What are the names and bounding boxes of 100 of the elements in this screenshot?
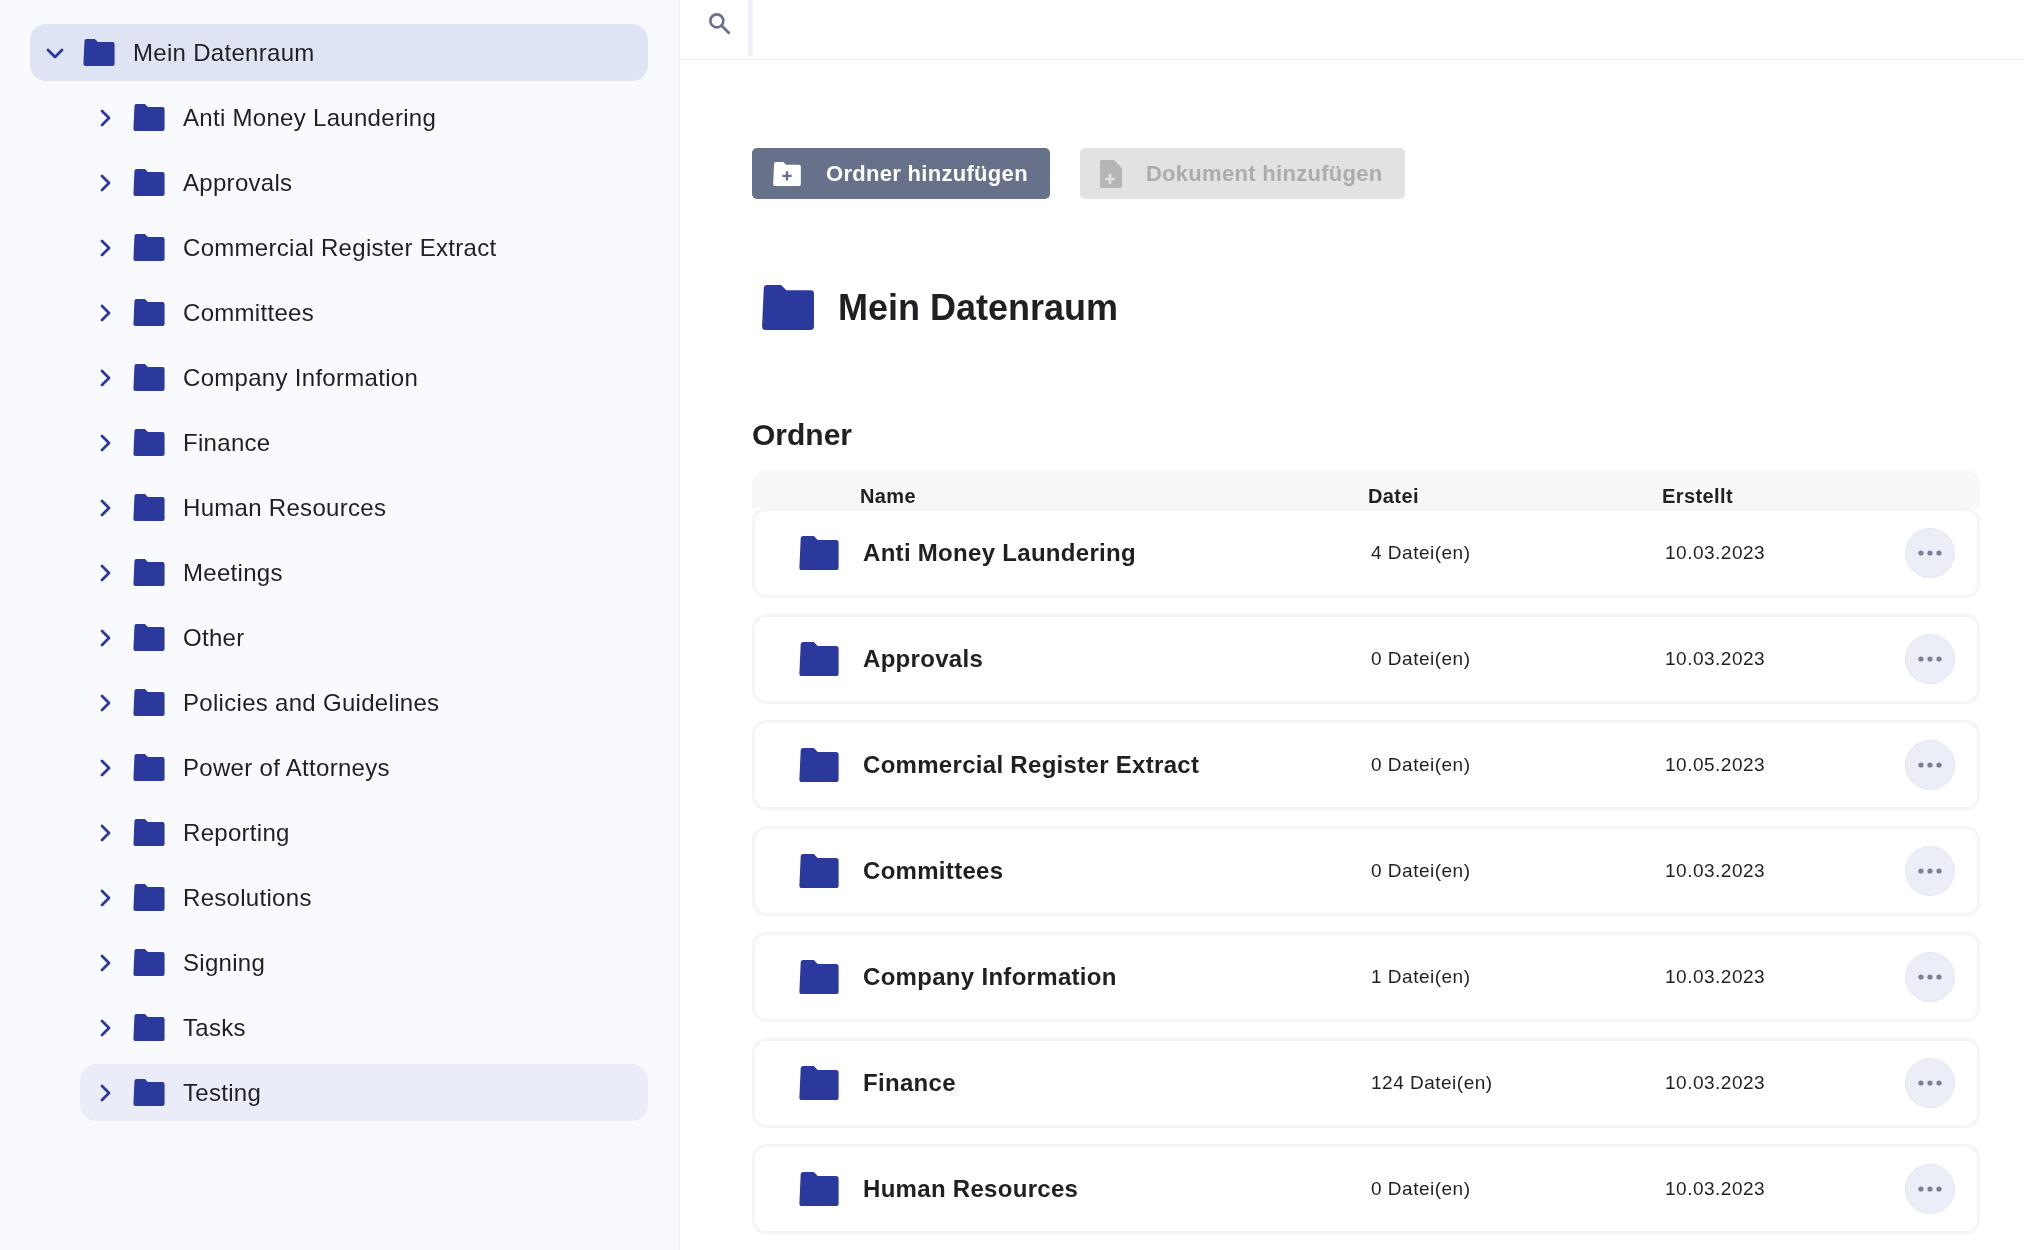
tree-item[interactable]: Finance — [80, 414, 648, 471]
tree-item[interactable]: Company Information — [80, 349, 648, 406]
tree-item[interactable]: Anti Money Laundering — [80, 89, 648, 146]
page-title: Mein Datenraum — [838, 286, 1119, 329]
folder-icon — [132, 299, 166, 326]
more-icon — [1918, 762, 1942, 768]
created-date: 10.03.2023 — [1665, 860, 1767, 882]
tree-label: Finance — [183, 428, 271, 457]
more-icon — [1918, 550, 1942, 556]
created-date: 10.03.2023 — [1665, 542, 1767, 564]
folder-icon — [132, 559, 166, 586]
file-count: 4 Datei(en) — [1371, 542, 1472, 564]
folder-icon — [132, 234, 166, 261]
tree-label: Testing — [183, 1078, 262, 1107]
created-date: 10.05.2023 — [1665, 754, 1767, 776]
folder-icon — [132, 689, 166, 716]
tree-label: Power of Attorneys — [183, 753, 390, 782]
tree-label: Reporting — [183, 818, 290, 847]
folder-icon — [132, 884, 166, 911]
tree-item[interactable]: Resolutions — [80, 869, 648, 926]
folder-icon — [132, 104, 166, 131]
tree-item[interactable]: Approvals — [80, 154, 648, 211]
tree-item[interactable]: Signing — [80, 934, 648, 991]
folder-icon — [132, 754, 166, 781]
folder-icon — [798, 642, 840, 676]
tree-label: Company Information — [183, 363, 419, 392]
more-icon — [1918, 974, 1942, 980]
more-icon — [1918, 1186, 1942, 1192]
column-header: Datei — [1368, 485, 1420, 508]
folder-icon — [798, 854, 840, 888]
folder-icon — [132, 949, 166, 976]
tree-item[interactable]: Human Resources — [80, 479, 648, 536]
folder-icon — [132, 494, 166, 521]
tree-label: Other — [183, 623, 245, 652]
more-icon — [1918, 1080, 1942, 1086]
folder-row[interactable]: Commercial Register Extract 0 Datei(en) 10.05.2023 — [752, 720, 1980, 810]
folder-row[interactable]: Human Resources 0 Datei(en) 10.03.2023 — [752, 1144, 1980, 1234]
folder-icon — [132, 1079, 166, 1106]
folder-row[interactable]: Finance 124 Datei(en) 10.03.2023 — [752, 1038, 1980, 1128]
folder-name: Approvals — [863, 645, 985, 673]
tree-item[interactable]: Commercial Register Extract — [80, 219, 648, 276]
column-header: Erstellt — [1662, 485, 1734, 508]
add-folder-button[interactable]: Ordner hinzufügen — [752, 148, 1050, 199]
tree-item[interactable]: Tasks — [80, 999, 648, 1056]
folder-row[interactable]: Approvals 0 Datei(en) 10.03.2023 — [752, 614, 1980, 704]
folder-name: Finance — [863, 1069, 957, 1097]
folder-name: Company Information — [863, 963, 1118, 991]
folder-plus-icon — [772, 161, 802, 186]
tree-label: Commercial Register Extract — [183, 233, 497, 262]
tree-label: Approvals — [183, 168, 293, 197]
folder-icon — [798, 1066, 840, 1100]
tree-item[interactable]: Reporting — [80, 804, 648, 861]
folder-icon — [132, 1014, 166, 1041]
file-count: 0 Datei(en) — [1371, 860, 1472, 882]
folder-icon — [798, 960, 840, 994]
document-plus-icon — [1099, 159, 1122, 188]
folder-icon — [132, 624, 166, 651]
created-date: 10.03.2023 — [1665, 1178, 1767, 1200]
created-date: 10.03.2023 — [1665, 966, 1767, 988]
folder-name: Anti Money Laundering — [863, 539, 1137, 567]
tree-label: Policies and Guidelines — [183, 688, 440, 717]
tree-label: Tasks — [183, 1013, 246, 1042]
file-count: 0 Datei(en) — [1371, 754, 1472, 776]
tree-item[interactable]: Testing — [80, 1064, 648, 1121]
folder-name: Human Resources — [863, 1175, 1080, 1203]
file-count: 124 Datei(en) — [1371, 1072, 1494, 1094]
column-header: Name — [860, 485, 918, 508]
folder-icon — [798, 1172, 840, 1206]
folder-row[interactable]: Company Information 1 Datei(en) 10.03.2023 — [752, 932, 1980, 1022]
folder-icon — [798, 536, 840, 570]
folder-name: Commercial Register Extract — [863, 751, 1201, 779]
tree-item[interactable]: Other — [80, 609, 648, 666]
folder-icon — [132, 819, 166, 846]
folder-icon — [798, 748, 840, 782]
folder-row[interactable]: Anti Money Laundering 4 Datei(en) 10.03.2023 — [752, 508, 1980, 598]
folder-name: Committees — [863, 857, 1005, 885]
tree-item[interactable]: Meetings — [80, 544, 648, 601]
created-date: 10.03.2023 — [1665, 648, 1767, 670]
more-icon — [1918, 868, 1942, 874]
folder-icon — [132, 364, 166, 391]
tree-item[interactable]: Mein Datenraum — [30, 24, 648, 81]
tree-label: Anti Money Laundering — [183, 103, 437, 132]
tree-label: Human Resources — [183, 493, 387, 522]
more-icon — [1918, 656, 1942, 662]
file-count: 0 Datei(en) — [1371, 1178, 1472, 1200]
tree-label: Mein Datenraum — [133, 38, 315, 67]
tree-item[interactable]: Committees — [80, 284, 648, 341]
tree-item[interactable]: Policies and Guidelines — [80, 674, 648, 731]
tree-label: Signing — [183, 948, 266, 977]
folder-icon — [82, 39, 116, 66]
tree-label: Meetings — [183, 558, 283, 587]
folder-icon — [132, 169, 166, 196]
file-count: 0 Datei(en) — [1371, 648, 1472, 670]
folder-icon — [132, 429, 166, 456]
folder-row[interactable]: Committees 0 Datei(en) 10.03.2023 — [752, 826, 1980, 916]
tree-label: Committees — [183, 298, 315, 327]
created-date: 10.03.2023 — [1665, 1072, 1767, 1094]
tree-label: Resolutions — [183, 883, 312, 912]
folder-icon — [760, 285, 816, 330]
tree-item[interactable]: Power of Attorneys — [80, 739, 648, 796]
